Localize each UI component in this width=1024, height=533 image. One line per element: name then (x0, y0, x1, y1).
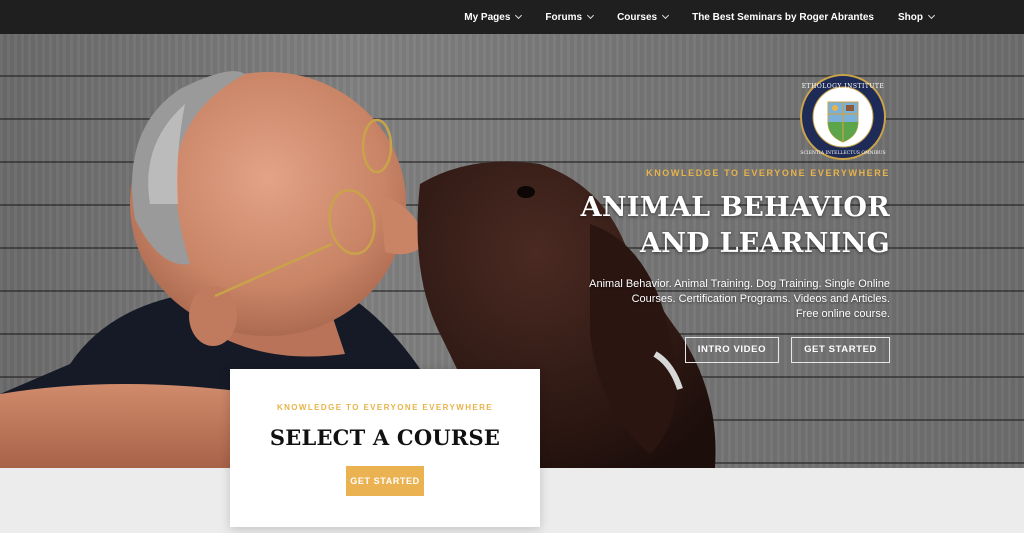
top-navigation-bar: My Pages Forums Courses The Best Seminar… (0, 0, 1024, 34)
nav-item-shop[interactable]: Shop (898, 11, 936, 23)
svg-text:SCIENTIA INTELLECTUS OMNIBUS: SCIENTIA INTELLECTUS OMNIBUS (800, 150, 885, 156)
chevron-down-icon (662, 11, 670, 20)
chevron-down-icon (927, 11, 936, 20)
nav-item-label: Shop (898, 11, 923, 23)
nav-item-courses[interactable]: Courses (617, 11, 670, 23)
hero-get-started-button[interactable]: GET STARTED (791, 337, 890, 363)
nav-item-my-pages[interactable]: My Pages (464, 11, 523, 23)
nav-item-forums[interactable]: Forums (545, 11, 595, 23)
select-course-card: KNOWLEDGE TO EVERYONE EVERYWHERE SELECT … (230, 369, 540, 527)
main-menu: My Pages Forums Courses The Best Seminar… (464, 0, 936, 34)
card-title: SELECT A COURSE (269, 425, 501, 450)
card-eyebrow: KNOWLEDGE TO EVERYONE EVERYWHERE (276, 403, 494, 412)
nav-item-best-seminars[interactable]: The Best Seminars by Roger Abrantes (692, 12, 874, 23)
nav-item-label: My Pages (464, 11, 511, 23)
hero-description-line-3: Free online course. (795, 308, 890, 320)
hero-description-line-2: Courses. Certification Programs. Videos … (631, 293, 890, 305)
hero-text-block: ETHOLOGY INSTITUTE SCIENTIA INTELLECTUS … (560, 34, 890, 468)
chevron-down-icon (515, 11, 523, 20)
headline-line-2: AND LEARNING (639, 228, 890, 259)
hero-description-line-1: Animal Behavior. Animal Training. Dog Tr… (589, 278, 890, 290)
card-get-started-button[interactable]: GET STARTED (346, 466, 424, 496)
hero-eyebrow: Knowledge to Everyone Everywhere (646, 168, 890, 178)
chevron-down-icon (587, 11, 595, 20)
hero-headline: ANIMAL BEHAVIOR AND LEARNING (530, 190, 890, 262)
hero-button-group: INTRO VIDEO GET STARTED (684, 337, 890, 363)
nav-item-label: Forums (545, 11, 583, 23)
headline-line-1: ANIMAL BEHAVIOR (580, 192, 890, 223)
nav-item-label: Courses (617, 11, 658, 23)
nav-item-label: The Best Seminars by Roger Abrantes (692, 11, 874, 23)
ethology-institute-logo[interactable]: ETHOLOGY INSTITUTE SCIENTIA INTELLECTUS … (800, 74, 886, 160)
intro-video-button[interactable]: INTRO VIDEO (684, 337, 780, 363)
svg-text:ETHOLOGY INSTITUTE: ETHOLOGY INSTITUTE (802, 83, 885, 90)
hero-description: Animal Behavior. Animal Training. Dog Tr… (570, 277, 890, 322)
